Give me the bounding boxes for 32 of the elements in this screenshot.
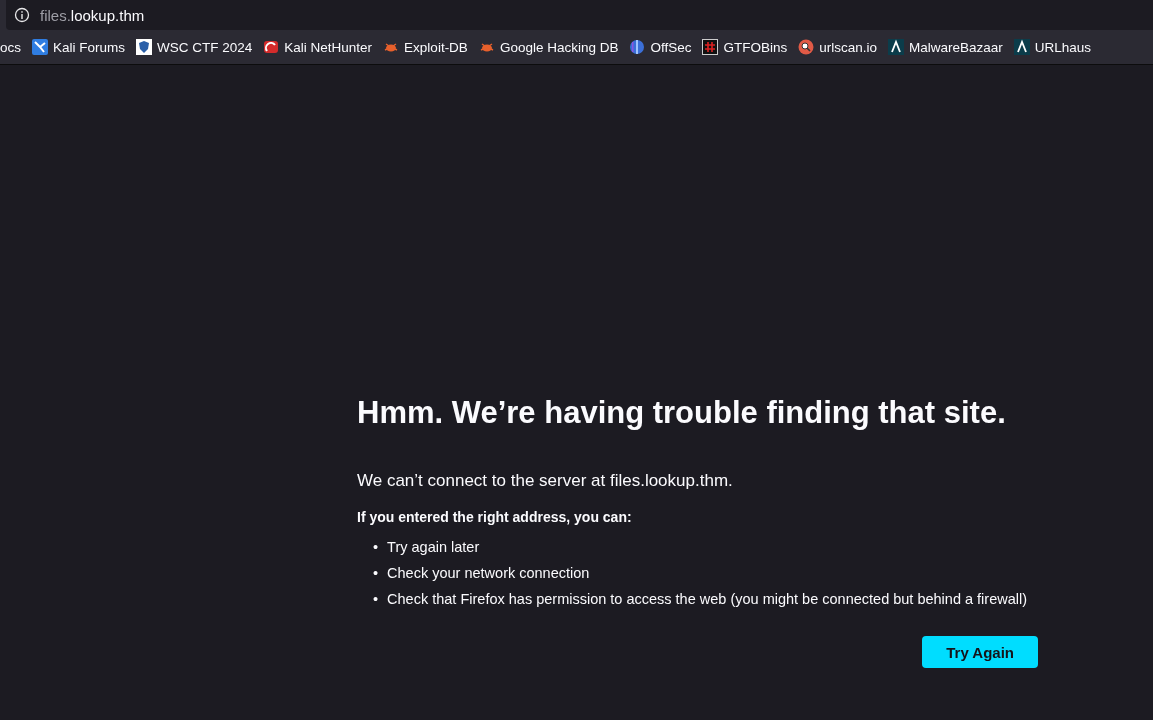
bookmark[interactable]: OffSec [629,39,692,55]
bookmark[interactable]: URLhaus [1013,39,1092,55]
hint-heading: If you entered the right address, you can: [357,509,633,525]
url-domain: lookup.thm [70,6,145,24]
shield-icon [136,39,153,55]
hook-icon [263,39,280,55]
bookmark[interactable]: Exploit-DB [383,39,468,55]
bullet: • [373,565,379,582]
try-again-button[interactable]: Try Again [922,636,1038,668]
bookmark[interactable]: urlscan.io [798,39,878,55]
striped-circle-icon [629,39,646,55]
bookmark[interactable]: Google Hacking DB [478,39,619,55]
hash-icon [702,39,719,55]
suggestion-text: Try again later [387,539,480,556]
bookmark[interactable]: WSC CTF 2024 [136,39,253,55]
bullet: • [373,539,379,556]
info-icon[interactable] [14,7,30,23]
suggestion-text: Check that Firefox has permission to access the web (you might be connected but behind a firewall) [387,591,1028,608]
error-title: Hmm. We’re having trouble finding that site. [357,395,1007,431]
address-bar[interactable]: files.lookup.thm [6,0,1153,30]
bookmark[interactable]: ocs [0,39,21,55]
suggestion-text: Check your network connection [387,565,590,582]
bookmark[interactable]: GTFOBins [702,39,788,55]
error-message: We can’t connect to the server at files.lookup.thm. [357,471,734,491]
bullet: • [373,591,379,608]
magnifier-icon [798,39,815,55]
bookmark[interactable]: Kali NetHunter [263,39,373,55]
lambda-icon [1013,39,1030,55]
lambda-icon [888,39,905,55]
url-subdomain: files. [40,6,71,24]
bookmark[interactable]: Kali Forums [32,39,126,55]
bookmark[interactable]: MalwareBazaar [888,39,1003,55]
